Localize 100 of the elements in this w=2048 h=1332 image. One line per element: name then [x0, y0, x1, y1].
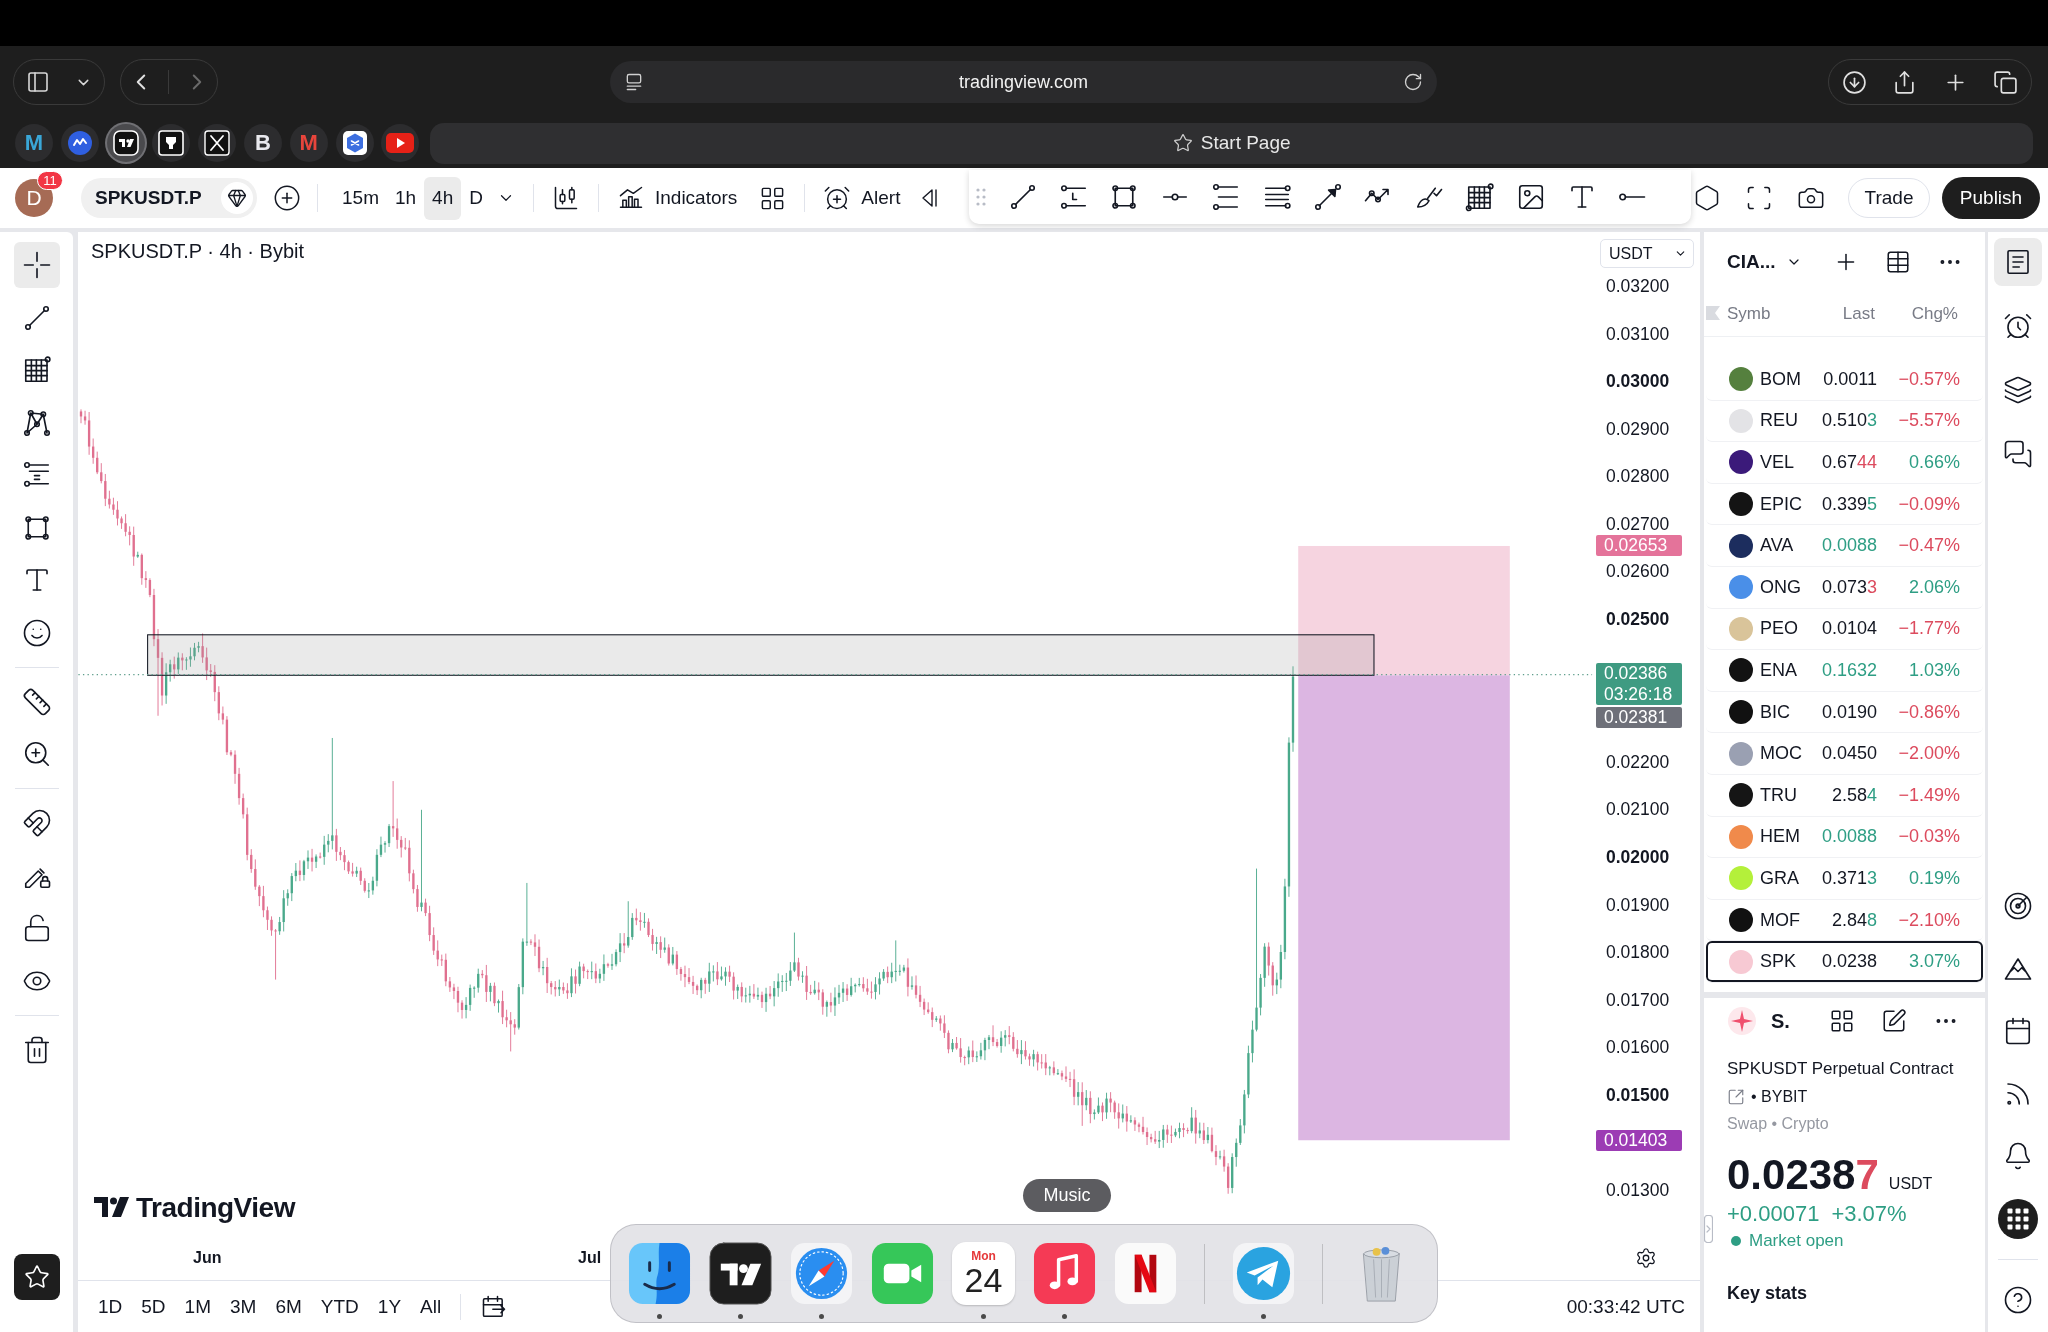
bookmark-button[interactable]: [60, 124, 99, 162]
bookmark-button[interactable]: [381, 124, 420, 162]
bookmark-button[interactable]: B: [244, 124, 282, 162]
bookmark-button[interactable]: [335, 124, 374, 162]
column-header[interactable]: Last: [1804, 304, 1875, 324]
change-cell-text: 0.66%: [1907, 452, 1960, 473]
bookmark-button[interactable]: M: [289, 124, 328, 162]
watchlist-row[interactable]: REU 0.5103 −5.57%: [1706, 400, 1983, 443]
symbol-cell-text: BOM: [1760, 368, 1802, 390]
indicators-button[interactable]: Indicators: [617, 178, 738, 218]
watchlist-row[interactable]: TRU 2.584 −1.49%: [1706, 774, 1983, 817]
watchlist-row[interactable]: GRA 0.3713 0.19%: [1706, 858, 1983, 900]
tabs-overview-icon[interactable]: [1993, 69, 2019, 95]
arrow-icon[interactable]: [1312, 182, 1343, 212]
interval-tab[interactable]: D: [461, 176, 491, 220]
watchlist-row[interactable]: MOF 2.848 −2.10%: [1706, 899, 1983, 942]
paper-plane-icon[interactable]: [1232, 1242, 1295, 1305]
price-tick-label: 0.02000: [1606, 845, 1670, 868]
sidebar-icon[interactable]: [26, 70, 51, 94]
hexagon-icon[interactable]: [1693, 184, 1721, 212]
music-note-icon[interactable]: [1033, 1242, 1096, 1305]
bookmark-button[interactable]: [106, 124, 145, 162]
side-tool-button[interactable]: [1994, 238, 2042, 286]
collapse-handle-icon[interactable]: [1704, 1215, 1713, 1243]
layout-grid-icon[interactable]: [1829, 1008, 1855, 1034]
interval-tab[interactable]: 4h: [424, 176, 462, 220]
symbol-search-field[interactable]: SPKUSDT.P: [81, 178, 257, 218]
tool-button[interactable]: [13, 242, 60, 288]
smiling-face-icon[interactable]: [628, 1242, 691, 1305]
publish-button[interactable]: Publish: [1942, 177, 2040, 219]
range-button[interactable]: YTD: [320, 1295, 359, 1318]
logo-tile-icon[interactable]: [709, 1242, 772, 1305]
watchlist-row[interactable]: BIC 0.0190 −0.86%: [1706, 691, 1983, 734]
bookmark-button[interactable]: [198, 124, 237, 162]
symbol-cell-text: MOC: [1760, 743, 1803, 765]
interval-tab[interactable]: 1h: [386, 176, 425, 220]
watchlist-row[interactable]: HEM 0.0088 −0.03%: [1706, 816, 1983, 859]
watchlist-row[interactable]: SPK 0.0238 3.07%: [1706, 941, 1983, 983]
watchlist-row[interactable]: AVA 0.0088 −0.47%: [1706, 525, 1983, 567]
change-cell-text: −0.47%: [1897, 535, 1960, 557]
page-menu-icon[interactable]: [624, 72, 644, 92]
range-button[interactable]: 5D: [141, 1295, 166, 1318]
clock-text: 00:33:42 UTC: [1566, 1295, 1685, 1318]
diamond-icon: [227, 188, 247, 208]
column-header[interactable]: Chg%: [1875, 304, 1958, 324]
last-price-cell-text: 0.0190: [1820, 701, 1877, 723]
section-heading: Key stats: [1727, 1283, 1809, 1304]
range-button[interactable]: All: [420, 1295, 442, 1318]
change-cell-text: −0.57%: [1897, 368, 1960, 390]
table-icon[interactable]: [1885, 249, 1911, 275]
download-icon[interactable]: [1841, 69, 1867, 95]
layers-icon: [2003, 375, 2033, 405]
watchlist-row[interactable]: ONG 0.0733 2.06%: [1706, 566, 1983, 609]
crosshair-icon: [21, 250, 52, 280]
price-tick-label: 0.02100: [1606, 798, 1670, 821]
reload-icon[interactable]: [1403, 72, 1423, 92]
grid-icon[interactable]: [1464, 182, 1495, 212]
price-tick-label: 0.01800: [1606, 941, 1670, 964]
chart-title: SPKUSDT.P · 4h · Bybit: [91, 240, 305, 263]
bell-icon: [2003, 1141, 2033, 1172]
watchlist-row[interactable]: PEO 0.0104 −1.77%: [1706, 608, 1983, 651]
change-cell-text: 1.03%: [1907, 659, 1960, 681]
symbol-short-name: S.: [1771, 1009, 1790, 1033]
favorites-button[interactable]: [13, 1254, 60, 1300]
interval-tab[interactable]: 15m: [334, 176, 387, 220]
range-button[interactable]: 1M: [184, 1295, 211, 1318]
range-button[interactable]: 3M: [230, 1295, 257, 1318]
compass-icon[interactable]: [790, 1242, 853, 1305]
watchlist-row[interactable]: EPIC 0.3395 −0.09%: [1706, 483, 1983, 526]
column-header[interactable]: Symb: [1727, 304, 1804, 324]
bookmark-button[interactable]: [152, 124, 191, 162]
n-logo-icon[interactable]: [1114, 1242, 1177, 1305]
calendar-button[interactable]: Mon 24: [952, 1242, 1015, 1305]
range-button[interactable]: 1D: [98, 1295, 123, 1318]
range-button[interactable]: 6M: [275, 1295, 302, 1318]
channel-lines-icon[interactable]: [1211, 182, 1241, 212]
watchlist-select[interactable]: CIA...: [1727, 251, 1802, 273]
watchlist-row[interactable]: MOC 0.0450 −2.00%: [1706, 733, 1983, 775]
add-symbol-icon[interactable]: [273, 184, 301, 212]
address-bar[interactable]: tradingview.com: [610, 61, 1437, 103]
watchlist-row[interactable]: VEL 0.6744 0.66%: [1706, 442, 1983, 484]
watchlist-row[interactable]: BOM 0.0011 −0.57%: [1706, 359, 1983, 401]
range-button[interactable]: 1Y: [377, 1295, 402, 1318]
zone-rectangle[interactable]: [147, 634, 1375, 676]
diamond-button[interactable]: [221, 182, 253, 214]
edit-icon[interactable]: [1881, 1008, 1907, 1034]
fullscreen-icon[interactable]: [1745, 184, 1773, 212]
calendar-icon: [2003, 1016, 2033, 1047]
parallel-lines-icon[interactable]: [1058, 182, 1089, 212]
settings-icon[interactable]: [1635, 1247, 1657, 1269]
browser-tab[interactable]: Start Page: [430, 122, 2033, 164]
external-link-icon[interactable]: [1727, 1088, 1745, 1106]
bookmark-button[interactable]: M: [15, 124, 53, 162]
symbol-cell-text: REU: [1760, 410, 1799, 432]
watchlist-row[interactable]: ENA 0.1632 1.03%: [1706, 650, 1983, 692]
candlestick-icon[interactable]: [552, 184, 580, 212]
symbol-name[interactable]: SPKUSDT.P: [95, 187, 202, 209]
alert-button[interactable]: Alert: [823, 178, 901, 218]
price-currency: USDT: [1888, 1175, 1933, 1193]
currency-select[interactable]: USDT: [1600, 239, 1694, 268]
